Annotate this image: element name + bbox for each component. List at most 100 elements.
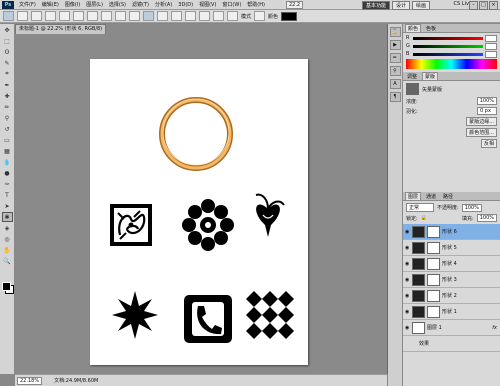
blur-tool-icon[interactable]: 💧 (2, 157, 13, 167)
actions-panel-icon[interactable]: ▶ (389, 40, 401, 50)
vector-mask-thumbnail[interactable] (427, 241, 440, 254)
opacity-field[interactable]: 100% (461, 203, 482, 212)
type-tool-icon[interactable]: T (2, 190, 13, 200)
tab-masks[interactable]: 蒙版 (422, 72, 439, 80)
visibility-eye-icon[interactable]: ◉ (405, 325, 410, 331)
shape-picker-icon[interactable] (157, 11, 168, 21)
rounded-rectangle-shape-icon[interactable] (87, 11, 98, 21)
menu-view[interactable]: 视图(V) (196, 1, 219, 8)
layer-row[interactable]: ◉ 形状 2 (403, 288, 500, 304)
workspace-design-button[interactable]: 设计 (391, 1, 410, 10)
visibility-eye-icon[interactable]: ◉ (405, 229, 410, 235)
menu-filter[interactable]: 滤镜(T) (129, 1, 152, 8)
red-channel-value[interactable] (485, 34, 497, 42)
green-channel-slider[interactable] (413, 44, 483, 48)
hand-tool-icon[interactable]: ✋ (2, 245, 13, 255)
intersect-icon[interactable] (199, 11, 210, 21)
path-selection-tool-icon[interactable]: ➤ (2, 201, 13, 211)
feather-field[interactable]: 0 px (477, 107, 497, 115)
layer-row[interactable]: ◉ 形状 5 (403, 240, 500, 256)
menu-analysis[interactable]: 分析(A) (152, 1, 175, 8)
marquee-tool-icon[interactable]: ⬚ (2, 36, 13, 46)
visibility-eye-icon[interactable]: ◉ (405, 277, 410, 283)
workspace-essentials-button[interactable]: 基本功能 (361, 1, 390, 10)
visibility-eye-icon[interactable]: ◉ (405, 309, 410, 315)
tab-paths[interactable]: 路径 (441, 193, 455, 200)
menu-edit[interactable]: 编辑(E) (39, 1, 62, 8)
link-icon[interactable] (227, 11, 238, 21)
canvas[interactable] (90, 59, 308, 365)
pen-tool-icon[interactable]: ✑ (2, 179, 13, 189)
tab-layers[interactable]: 图层 (405, 192, 422, 200)
layer-row[interactable]: ◉ 图层 1 fx (403, 320, 500, 336)
vector-mask-thumbnail[interactable] (427, 289, 440, 302)
eraser-tool-icon[interactable]: ▭ (2, 135, 13, 145)
tab-color[interactable]: 颜色 (405, 24, 422, 32)
red-channel-slider[interactable] (413, 36, 483, 40)
close-icon[interactable]: × (489, 1, 498, 10)
custom-shape-icon[interactable] (143, 11, 154, 21)
gradient-tool-icon[interactable]: ▦ (2, 146, 13, 156)
blue-channel-value[interactable] (485, 50, 497, 58)
document-tab[interactable]: 未标题-1 @ 22.2% (形状 6, RGB/8) (15, 24, 107, 34)
workspace-painting-button[interactable]: 绘画 (411, 1, 430, 10)
dodge-tool-icon[interactable]: ● (2, 168, 13, 178)
density-field[interactable]: 100% (476, 97, 497, 105)
lock-icon[interactable]: 🔒 (421, 215, 427, 221)
healing-brush-tool-icon[interactable]: ✚ (2, 91, 13, 101)
invert-button[interactable]: 反相 (480, 139, 497, 148)
visibility-eye-icon[interactable]: ◉ (405, 261, 410, 267)
blend-mode-select[interactable]: 正常 (406, 203, 434, 212)
foreground-color-swatch[interactable] (2, 282, 11, 291)
history-brush-tool-icon[interactable]: ↺ (2, 124, 13, 134)
clone-stamp-tool-icon[interactable]: ⚲ (2, 113, 13, 123)
vector-mask-thumbnail[interactable] (427, 225, 440, 238)
shape-layers-mode-icon[interactable] (17, 11, 28, 21)
status-zoom-field[interactable]: 22.18% (17, 376, 43, 385)
layer-row[interactable]: ◉ 形状 6 (403, 224, 500, 240)
paragraph-panel-icon[interactable]: ¶ (389, 92, 401, 102)
brush-tool-icon[interactable]: ✏ (2, 102, 13, 112)
custom-shape-tool-icon[interactable]: ✱ (1, 212, 13, 222)
move-tool-icon[interactable]: ✥ (2, 25, 13, 35)
quick-select-tool-icon[interactable]: ✎ (2, 58, 13, 68)
tab-adjustments[interactable]: 调整 (405, 73, 419, 80)
shape-tool-preset-icon[interactable] (3, 11, 14, 21)
exclude-icon[interactable] (213, 11, 224, 21)
menu-file[interactable]: 文件(F) (16, 1, 39, 8)
vector-mask-thumbnail[interactable] (427, 257, 440, 270)
character-panel-icon[interactable]: A (389, 79, 401, 89)
layer-row[interactable]: ◉ 形状 3 (403, 272, 500, 288)
polygon-shape-icon[interactable] (115, 11, 126, 21)
crop-tool-icon[interactable]: ⌗ (2, 69, 13, 79)
fx-icon[interactable]: fx (492, 325, 497, 331)
menu-select[interactable]: 选择(S) (106, 1, 129, 8)
brush-panel-icon[interactable]: ✏ (389, 53, 401, 63)
vector-mask-thumbnail[interactable] (427, 305, 440, 318)
mask-edge-button[interactable]: 蒙版边缘... (466, 117, 497, 126)
menu-layer[interactable]: 图层(L) (83, 1, 106, 8)
history-panel-icon[interactable]: ⌛ (389, 27, 401, 37)
menu-image[interactable]: 图像(I) (62, 1, 83, 8)
menu-window[interactable]: 窗口(W) (219, 1, 244, 8)
tab-channels[interactable]: 通道 (424, 193, 438, 200)
color-range-button[interactable]: 颜色范围... (466, 128, 497, 137)
visibility-eye-icon[interactable]: ◉ (405, 293, 410, 299)
blue-channel-slider[interactable] (413, 52, 483, 56)
visibility-eye-icon[interactable]: ◉ (405, 245, 410, 251)
fill-field[interactable]: 100% (476, 214, 497, 222)
zoom-level-select[interactable]: 22.2 (285, 0, 304, 9)
fill-pixels-mode-icon[interactable] (45, 11, 56, 21)
subtract-icon[interactable] (185, 11, 196, 21)
ellipse-shape-icon[interactable] (101, 11, 112, 21)
lasso-tool-icon[interactable]: ʘ (2, 47, 13, 57)
line-shape-icon[interactable] (129, 11, 140, 21)
layer-row[interactable]: ◉ 形状 4 (403, 256, 500, 272)
effects-row[interactable]: 效果 (403, 336, 500, 352)
maximize-icon[interactable]: □ (479, 1, 488, 10)
green-channel-value[interactable] (485, 42, 497, 50)
3d-orbit-tool-icon[interactable]: ◎ (2, 234, 13, 244)
shape-color-swatch[interactable] (281, 11, 298, 21)
paths-mode-icon[interactable] (31, 11, 42, 21)
clone-source-panel-icon[interactable]: ⚲ (389, 66, 401, 76)
